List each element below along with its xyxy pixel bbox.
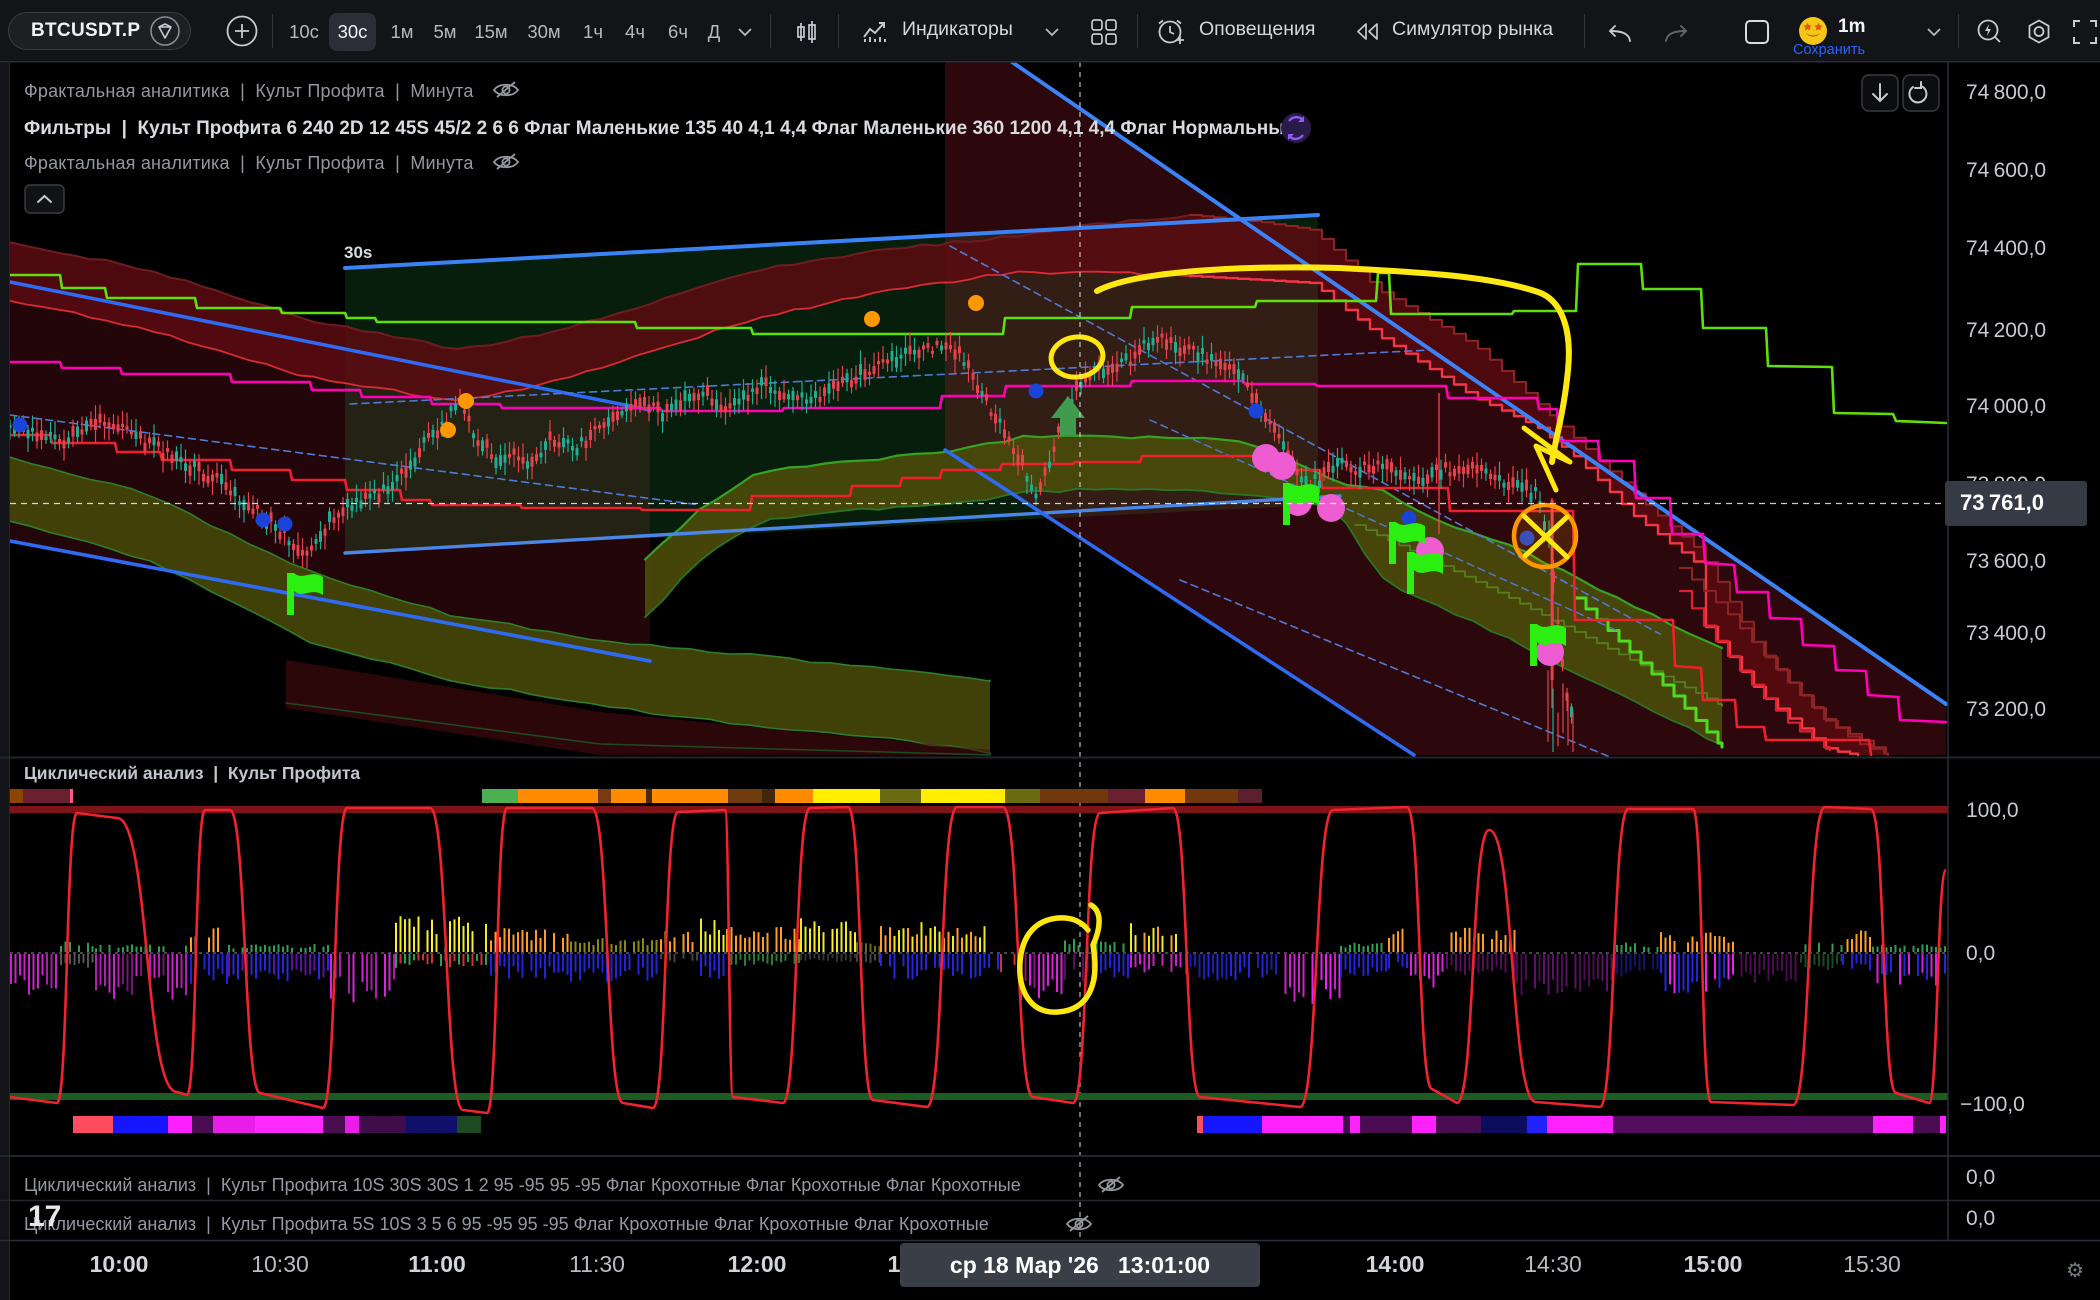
svg-text:Фрактальная аналитика | Куль: Фрактальная аналитика | Культ Профита | … xyxy=(24,153,474,173)
svg-text:11:30: 11:30 xyxy=(569,1251,625,1277)
svg-text:Циклический анализ | Культ П: Циклический анализ | Культ Профита xyxy=(24,763,360,783)
svg-text:73 761,0: 73 761,0 xyxy=(1960,490,2044,515)
svg-text:Циклический анализ | Культ П: Циклический анализ | Культ Профита 5S 10… xyxy=(24,1214,989,1234)
svg-text:10:00: 10:00 xyxy=(90,1251,149,1277)
svg-text:74 000,0: 74 000,0 xyxy=(1966,395,2046,418)
svg-text:30s: 30s xyxy=(344,243,372,262)
svg-text:14:30: 14:30 xyxy=(1524,1251,1582,1277)
svg-text:ср 18 Мар '26 13:01:00: ср 18 Мар '26 13:01:00 xyxy=(950,1252,1210,1278)
svg-text:12:00: 12:00 xyxy=(728,1251,787,1277)
svg-text:74 600,0: 74 600,0 xyxy=(1966,159,2046,182)
svg-text:0,0: 0,0 xyxy=(1966,942,1995,965)
svg-text:73 400,0: 73 400,0 xyxy=(1966,622,2046,645)
svg-text:100,0: 100,0 xyxy=(1966,799,2019,822)
svg-text:74 400,0: 74 400,0 xyxy=(1966,237,2046,260)
svg-text:10:30: 10:30 xyxy=(251,1251,309,1277)
svg-text:73 200,0: 73 200,0 xyxy=(1966,698,2046,721)
svg-text:14:00: 14:00 xyxy=(1366,1251,1425,1277)
svg-text:73 600,0: 73 600,0 xyxy=(1966,550,2046,573)
svg-text:74 800,0: 74 800,0 xyxy=(1966,81,2046,104)
svg-text:Фильтры | Культ Профита 6 24: Фильтры | Культ Профита 6 240 2D 12 45S … xyxy=(24,118,1295,139)
svg-text:−100,0: −100,0 xyxy=(1960,1093,2025,1116)
svg-text:⚙: ⚙ xyxy=(2066,1260,2084,1282)
svg-text:17: 17 xyxy=(28,1200,61,1233)
svg-text:0,0: 0,0 xyxy=(1966,1166,1995,1189)
svg-text:Фрактальная аналитика | Куль: Фрактальная аналитика | Культ Профита | … xyxy=(24,81,474,101)
svg-text:74 200,0: 74 200,0 xyxy=(1966,319,2046,342)
svg-text:Циклический анализ | Культ П: Циклический анализ | Культ Профита 10S 3… xyxy=(24,1175,1021,1195)
svg-text:11:00: 11:00 xyxy=(408,1251,466,1277)
svg-text:15:30: 15:30 xyxy=(1843,1251,1901,1277)
svg-text:15:00: 15:00 xyxy=(1684,1251,1743,1277)
svg-text:0,0: 0,0 xyxy=(1966,1207,1995,1230)
